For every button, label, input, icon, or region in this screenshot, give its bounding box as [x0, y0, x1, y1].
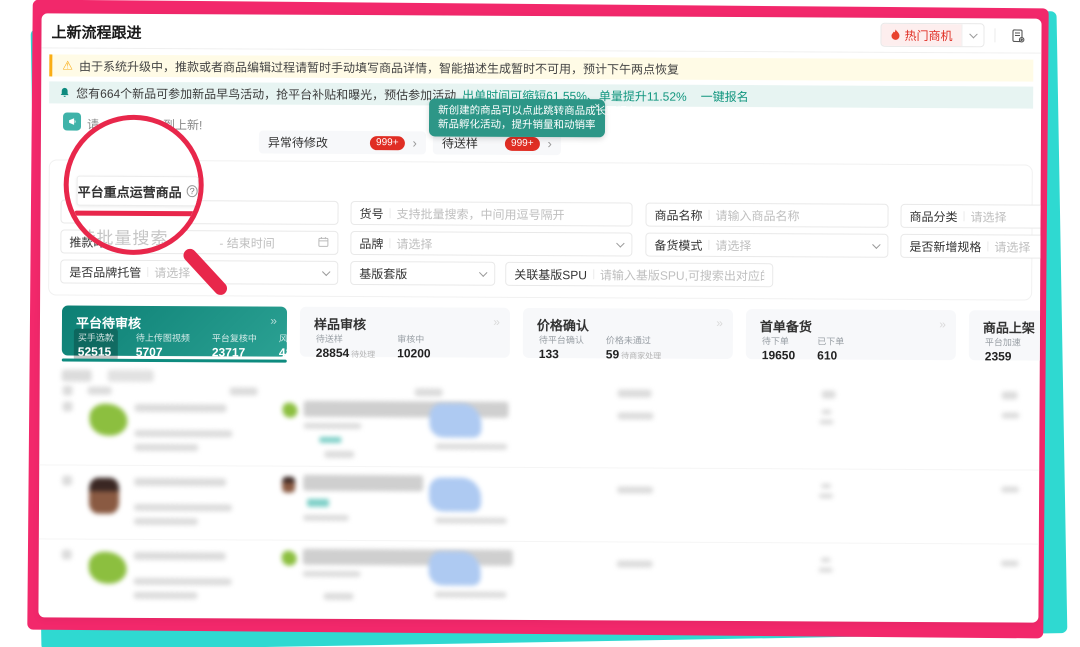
stat: 买手选款52515: [74, 329, 118, 361]
chip-label: 异常待修改: [268, 134, 328, 151]
row-checkbox[interactable]: [62, 549, 72, 559]
tooltip-line2: 新品孵化活动，提升销量和动销率: [438, 117, 591, 132]
product-thumbnail-small: [282, 551, 297, 566]
stat: 待下单19650: [758, 332, 800, 364]
header-divider: [41, 47, 1041, 53]
magnified-placeholder-text: 持批量搜索，: [78, 224, 186, 250]
arrow-right-icon: ›: [548, 136, 552, 151]
header-actions: 热门商机: [880, 23, 1029, 48]
tooltip-line1: 新创建的商品可以点此跳转商品成长页报名: [438, 103, 591, 118]
warning-triangle-icon: ⚠: [62, 59, 73, 71]
stat: 已下单610: [813, 332, 848, 364]
chevron-down-icon: [969, 30, 977, 38]
signup-link[interactable]: 一键报名: [701, 87, 749, 104]
base-product-image-link[interactable]: [429, 403, 481, 437]
stage-card-listed[interactable]: 商品上架 平台加速2359 待上架2830: [969, 310, 1042, 361]
product-thumbnail-green: [89, 552, 127, 584]
row-checkbox[interactable]: [62, 476, 72, 486]
stat: 平台复核中23717: [208, 329, 261, 361]
stage-card-sample-review[interactable]: 样品审核 » 待送样28854待处理 审核中10200: [300, 307, 510, 358]
table-row: [38, 539, 1038, 618]
double-chevron-icon: »: [939, 317, 944, 331]
promo-text: 您有664个新品可参加新品早鸟活动，抢平台补贴和曝光，预估参加活动: [76, 84, 456, 103]
report-settings-icon[interactable]: [1005, 23, 1029, 47]
hot-opportunities-button[interactable]: 热门商机: [880, 23, 984, 48]
table-row: [39, 391, 1039, 470]
linked-spu-field[interactable]: 关联基版SPU 请输入基版SPU,可搜索出对应的套版款商品: [505, 262, 773, 287]
page-title: 上新流程跟进: [51, 21, 141, 42]
chip-label: 待送样: [442, 134, 478, 151]
base-product-image-link[interactable]: [429, 477, 481, 511]
chevron-down-icon: [322, 267, 330, 275]
stage-card-price-confirm[interactable]: 价格确认 » 待平台确认133 价格未通过59待商家处理: [523, 308, 733, 359]
double-chevron-icon: »: [716, 316, 721, 330]
megaphone-icon: [63, 112, 81, 130]
flame-icon: [890, 29, 900, 41]
active-tab-underline: [75, 211, 201, 217]
bell-icon: [59, 86, 70, 98]
divider: [994, 28, 995, 42]
stat: 价格未通过59待商家处理: [602, 331, 666, 363]
stat: 待上传图视频5707: [132, 329, 194, 361]
count-badge: 999+: [505, 136, 540, 150]
warning-text: 由于系统升级中，推款或者商品编辑过程请暂时手动填写商品详情，智能描述生成暂时不可…: [79, 57, 679, 77]
system-warning-banner: ⚠ 由于系统升级中，推款或者商品编辑过程请暂时手动填写商品详情，智能描述生成暂时…: [49, 54, 1033, 81]
chevron-down-icon: [479, 268, 487, 276]
item-number-field[interactable]: 货号 支持批量搜索，中间用逗号隔开: [350, 201, 632, 226]
chevron-down-icon: [616, 239, 624, 247]
row-checkbox[interactable]: [63, 402, 73, 412]
base-template-select[interactable]: 基版套版: [350, 261, 495, 286]
arrow-right-icon: ›: [413, 135, 417, 150]
stat: 待送样28854待处理: [312, 330, 380, 362]
brand-select[interactable]: 品牌 请选择: [350, 231, 632, 256]
double-chevron-icon: »: [270, 314, 275, 328]
help-icon: ?: [187, 185, 198, 197]
product-name-field[interactable]: 商品名称 请输入商品名称: [645, 203, 888, 228]
double-chevron-icon: »: [493, 315, 498, 329]
stock-mode-select[interactable]: 备货模式 请选择: [645, 233, 888, 258]
count-badge: 999+: [370, 136, 405, 150]
table-row: [39, 465, 1039, 544]
product-thumbnail-small: [282, 403, 297, 418]
hot-button-label: 热门商机: [904, 26, 952, 43]
product-category-field[interactable]: 商品分类 请选择: [900, 204, 1041, 229]
growth-tooltip: 新创建的商品可以点此跳转商品成长页报名 新品孵化活动，提升销量和动销率 ×: [429, 98, 605, 137]
calendar-icon: [317, 235, 329, 250]
stat: 平台加速2359: [981, 333, 1025, 365]
stat: 审核中10200: [393, 330, 435, 362]
chip-abnormal-pending[interactable]: 异常待修改 999+ ›: [259, 131, 426, 155]
tab-platform-key-products[interactable]: 平台重点运营商品 ?: [77, 176, 199, 207]
screenshot-canvas: 上新流程跟进 热门商机 ⚠ 由于系统升级中，推款或者商品编辑过程请暂时手动填写商…: [0, 0, 1080, 647]
app-window: 上新流程跟进 热门商机 ⚠ 由于系统升级中，推款或者商品编辑过程请暂时手动填写商…: [38, 13, 1041, 622]
stat: 待平台确认133: [535, 331, 588, 363]
magnifier-overlay: 平台重点运营商品 ? 持批量搜索，: [63, 115, 204, 256]
table-filter-control-blurred[interactable]: [108, 370, 154, 382]
selected-stage-indicator: [62, 358, 287, 362]
base-product-image-link[interactable]: [429, 551, 481, 585]
product-thumbnail-green: [89, 404, 127, 436]
stage-card-platform-review[interactable]: 平台待审核 » 买手选款52515 待上传图视频5707 平台复核中23717 …: [62, 305, 287, 356]
table-filter-control-blurred[interactable]: [62, 369, 92, 381]
close-icon[interactable]: ×: [594, 101, 600, 112]
stage-card-first-stock[interactable]: 首单备货 » 待下单19650 已下单610: [746, 309, 956, 360]
product-thumbnail-brown: [89, 478, 119, 514]
new-spec-select[interactable]: 是否新增规格 请选择: [900, 234, 1041, 259]
chevron-down-icon: [872, 240, 880, 248]
product-thumbnail-small: [282, 477, 295, 493]
